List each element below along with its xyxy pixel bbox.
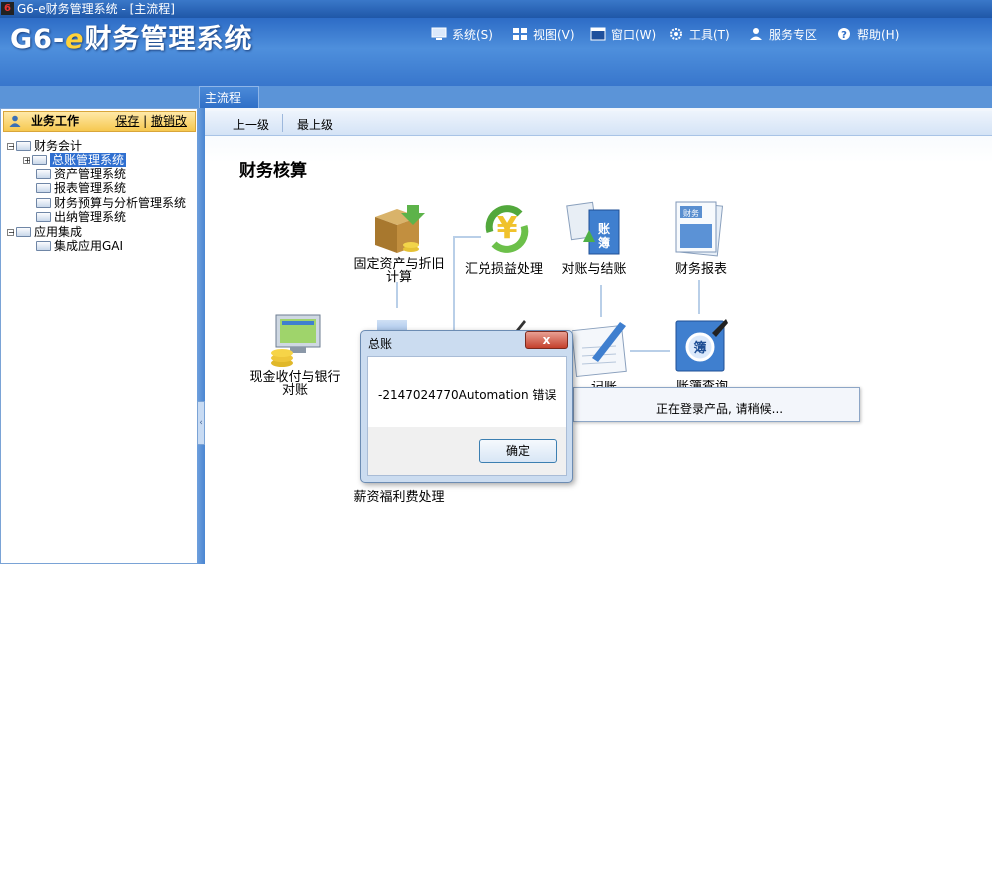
ledger-book-icon: 账 簿 — [566, 201, 620, 255]
dialog-close-button[interactable]: x — [525, 331, 568, 349]
title-bar: 6 G6-e财务管理系统 - [主流程] — [0, 0, 992, 18]
nav-separator — [282, 114, 283, 132]
app-logo: G6-e财务管理系统 — [10, 24, 253, 55]
dialog-message: -2147024770Automation 错误 — [378, 388, 557, 402]
ledger-query-node[interactable]: 簿 — [672, 317, 730, 380]
tab-strip — [0, 86, 992, 108]
menu-help[interactable]: ? 帮助(H) — [836, 26, 899, 42]
flow-line — [630, 350, 670, 352]
posting-node[interactable] — [571, 318, 628, 381]
flow-line — [453, 236, 455, 331]
cash-bank-label[interactable]: 现金收付与银行对账 — [249, 371, 341, 397]
grid-icon — [513, 28, 527, 40]
folder-icon — [16, 141, 31, 151]
svg-text:簿: 簿 — [693, 340, 706, 356]
box-icon — [375, 205, 425, 253]
tree-item-budget[interactable]: 财务预算与分析管理系统 — [36, 196, 186, 210]
folder-icon — [36, 241, 51, 251]
save-link[interactable]: 保存 — [115, 114, 139, 128]
up-level-button[interactable]: 上一级 — [233, 116, 269, 133]
folder-icon — [36, 198, 51, 208]
user-icon — [9, 115, 21, 127]
gear-icon — [670, 28, 682, 40]
folder-icon — [36, 169, 51, 179]
svg-text:¥: ¥ — [497, 211, 518, 246]
report-icon: 财务 — [675, 201, 724, 257]
window-icon — [590, 27, 606, 41]
cash-register-icon — [271, 314, 321, 367]
exchange-label[interactable]: 汇兑损益处理 — [462, 263, 546, 276]
reconcile-label[interactable]: 对账与结账 — [558, 263, 630, 276]
tree-item-reports[interactable]: 报表管理系统 — [36, 181, 126, 195]
folder-icon — [16, 227, 31, 237]
tree-item-general-ledger[interactable]: + 总账管理系统 — [23, 153, 127, 167]
tree-item-finance[interactable]: − 财务会计 — [7, 139, 82, 153]
folder-icon — [36, 183, 51, 193]
menu-tools[interactable]: 工具(T) — [668, 26, 730, 42]
undo-link[interactable]: 撤销改 — [151, 114, 187, 128]
tree-item-assets[interactable]: 资产管理系统 — [36, 167, 126, 181]
app-icon: 6 — [1, 2, 14, 15]
exchange-node[interactable]: ¥ — [480, 202, 534, 259]
financial-reports-node[interactable]: 财务 — [672, 200, 730, 261]
svg-text:?: ? — [841, 30, 847, 41]
business-work-header: 业务工作 保存 | 撤销改 — [3, 111, 196, 132]
cash-bank-node[interactable] — [268, 313, 326, 372]
fixed-assets-label[interactable]: 固定资产与折旧计算 — [352, 258, 446, 284]
collapse-arrow-icon[interactable]: ‹ — [197, 401, 205, 445]
dialog-title: 总账 — [368, 337, 393, 351]
menu-service[interactable]: 服务专区 — [748, 26, 817, 42]
pen-document-icon — [571, 322, 627, 378]
help-icon: ? — [838, 28, 850, 41]
ledger-query-label[interactable]: 账簿查询 — [672, 380, 732, 387]
person-icon — [750, 28, 762, 40]
svg-text:账: 账 — [598, 222, 610, 236]
menu-window[interactable]: 窗口(W) — [590, 26, 656, 42]
menu-view[interactable]: 视图(V) — [512, 26, 575, 42]
fixed-assets-node[interactable] — [371, 203, 427, 258]
top-level-button[interactable]: 最上级 — [297, 116, 333, 133]
magnifier-book-icon: 簿 — [675, 319, 728, 372]
yen-exchange-icon: ¥ — [485, 205, 529, 253]
monitor-icon — [431, 27, 447, 40]
folder-icon — [32, 155, 47, 165]
flow-line — [600, 285, 602, 317]
menu-system[interactable]: 系统(S) — [431, 26, 493, 42]
reconcile-node[interactable]: 账 簿 — [565, 200, 625, 261]
page-title: 财务核算 — [239, 161, 307, 181]
flow-line — [396, 282, 398, 308]
financial-reports-label[interactable]: 财务报表 — [666, 263, 736, 276]
loading-message: 正在登录产品, 请稍候... — [656, 402, 784, 416]
tree-item-cashier[interactable]: 出纳管理系统 — [36, 210, 126, 224]
dialog-ok-button[interactable]: 确定 — [479, 439, 557, 463]
tree-item-gai[interactable]: 集成应用GAI — [36, 239, 123, 253]
svg-text:财务: 财务 — [683, 208, 699, 218]
flow-line — [453, 236, 481, 238]
tree-item-integration[interactable]: − 应用集成 — [7, 225, 82, 239]
flow-line — [698, 280, 700, 314]
folder-icon — [36, 212, 51, 222]
svg-text:簿: 簿 — [598, 235, 610, 250]
payroll-label[interactable]: 薪资福利费处理 — [352, 491, 446, 504]
tab-main-flow[interactable]: 主流程 — [199, 86, 259, 108]
panel-splitter[interactable]: ‹ — [197, 108, 205, 564]
window-title: G6-e财务管理系统 - [主流程] — [17, 2, 175, 16]
